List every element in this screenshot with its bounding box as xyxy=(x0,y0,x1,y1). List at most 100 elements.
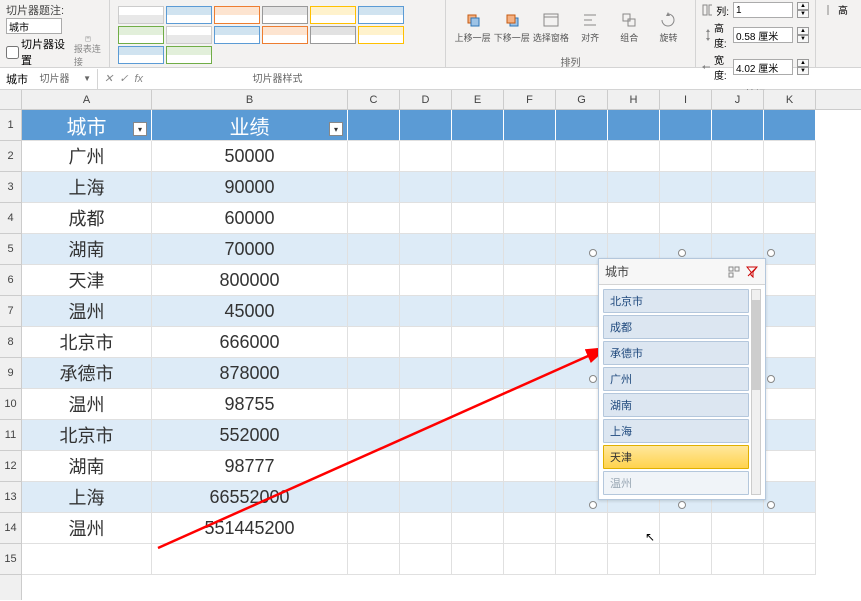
cell[interactable]: 878000 xyxy=(152,358,348,389)
row-header[interactable]: 3 xyxy=(0,172,21,203)
column-header[interactable]: B xyxy=(152,90,348,109)
row-header[interactable]: 2 xyxy=(0,141,21,172)
cell[interactable]: 北京市 xyxy=(22,420,152,451)
cell[interactable]: 98777 xyxy=(152,451,348,482)
filter-dropdown-button[interactable]: ▾ xyxy=(329,122,343,136)
column-header[interactable]: E xyxy=(452,90,504,109)
cell[interactable] xyxy=(400,544,452,575)
cell[interactable] xyxy=(764,420,816,451)
send-backward-button[interactable]: 下移一层 xyxy=(493,4,530,50)
cell[interactable]: 温州 xyxy=(22,513,152,544)
slicer-item[interactable]: 天津 xyxy=(603,445,749,469)
style-thumb[interactable] xyxy=(358,26,404,44)
style-thumb[interactable] xyxy=(118,6,164,24)
column-header[interactable]: J xyxy=(712,90,764,109)
cell[interactable] xyxy=(452,327,504,358)
cell[interactable]: 温州 xyxy=(22,296,152,327)
cell[interactable] xyxy=(400,482,452,513)
cell[interactable] xyxy=(452,110,504,141)
group-button[interactable]: 组合 xyxy=(611,4,648,50)
cell[interactable] xyxy=(452,203,504,234)
cell[interactable] xyxy=(764,482,816,513)
cell[interactable] xyxy=(400,420,452,451)
cell[interactable] xyxy=(452,389,504,420)
column-header[interactable]: I xyxy=(660,90,712,109)
slicer-item[interactable]: 承德市 xyxy=(603,341,749,365)
cell[interactable] xyxy=(556,203,608,234)
cell[interactable] xyxy=(764,172,816,203)
slicer-styles-gallery[interactable] xyxy=(116,2,436,68)
slicer-scrollbar[interactable] xyxy=(751,289,761,495)
cell[interactable] xyxy=(348,513,400,544)
cell[interactable] xyxy=(452,544,504,575)
cell[interactable] xyxy=(660,110,712,141)
slicer-item[interactable]: 温州 xyxy=(603,471,749,495)
column-header[interactable]: C xyxy=(348,90,400,109)
bring-forward-button[interactable]: 上移一层 xyxy=(454,4,491,50)
cell[interactable] xyxy=(712,110,764,141)
slicer-item[interactable]: 湖南 xyxy=(603,393,749,417)
cell[interactable]: 承德市 xyxy=(22,358,152,389)
cell[interactable] xyxy=(504,482,556,513)
cell[interactable] xyxy=(504,141,556,172)
cell[interactable] xyxy=(348,110,400,141)
style-thumb[interactable] xyxy=(358,6,404,24)
cell[interactable] xyxy=(504,172,556,203)
cell[interactable] xyxy=(504,265,556,296)
cell[interactable] xyxy=(452,513,504,544)
cell[interactable] xyxy=(608,141,660,172)
cell[interactable] xyxy=(608,172,660,203)
cell[interactable] xyxy=(504,234,556,265)
row-header[interactable]: 10 xyxy=(0,389,21,420)
height-spinner[interactable]: ▲▼ xyxy=(797,27,809,43)
row-header[interactable]: 11 xyxy=(0,420,21,451)
slicer-settings-check[interactable]: 切片器设置 xyxy=(6,36,70,68)
cell[interactable] xyxy=(712,141,764,172)
row-header[interactable]: 12 xyxy=(0,451,21,482)
slicer-item[interactable]: 北京市 xyxy=(603,289,749,313)
cell[interactable]: 60000 xyxy=(152,203,348,234)
cell[interactable] xyxy=(504,358,556,389)
cell[interactable] xyxy=(764,544,816,575)
cell[interactable] xyxy=(400,110,452,141)
width-input[interactable] xyxy=(733,59,793,75)
cell[interactable] xyxy=(348,451,400,482)
cell[interactable] xyxy=(764,389,816,420)
column-header[interactable]: G xyxy=(556,90,608,109)
rotate-button[interactable]: 旋转 xyxy=(650,4,687,50)
cell[interactable] xyxy=(400,141,452,172)
cell[interactable]: 城市▾ xyxy=(22,110,152,141)
slicer-settings-checkbox[interactable] xyxy=(6,46,19,59)
style-thumb[interactable] xyxy=(214,6,260,24)
cell[interactable] xyxy=(764,110,816,141)
cell[interactable]: 50000 xyxy=(152,141,348,172)
style-thumb[interactable] xyxy=(214,26,260,44)
cell[interactable]: 551445200 xyxy=(152,513,348,544)
style-thumb[interactable] xyxy=(166,26,212,44)
cell[interactable] xyxy=(452,172,504,203)
cell[interactable] xyxy=(504,110,556,141)
cell[interactable] xyxy=(348,265,400,296)
cols-input[interactable] xyxy=(733,2,793,18)
cell[interactable] xyxy=(400,234,452,265)
cell[interactable] xyxy=(712,172,764,203)
cell[interactable] xyxy=(348,296,400,327)
row-header[interactable]: 8 xyxy=(0,327,21,358)
cell[interactable] xyxy=(348,420,400,451)
row-header[interactable]: 4 xyxy=(0,203,21,234)
cell[interactable] xyxy=(22,544,152,575)
cell[interactable] xyxy=(556,141,608,172)
cell[interactable] xyxy=(400,451,452,482)
cell[interactable] xyxy=(712,513,764,544)
cell[interactable] xyxy=(764,451,816,482)
cell[interactable] xyxy=(504,389,556,420)
cell[interactable] xyxy=(712,203,764,234)
row-header[interactable]: 15 xyxy=(0,544,21,575)
cell[interactable] xyxy=(712,544,764,575)
cell[interactable] xyxy=(452,451,504,482)
cell[interactable] xyxy=(764,141,816,172)
cell[interactable]: 天津 xyxy=(22,265,152,296)
cell[interactable] xyxy=(556,172,608,203)
column-header[interactable]: A xyxy=(22,90,152,109)
cell[interactable] xyxy=(504,544,556,575)
